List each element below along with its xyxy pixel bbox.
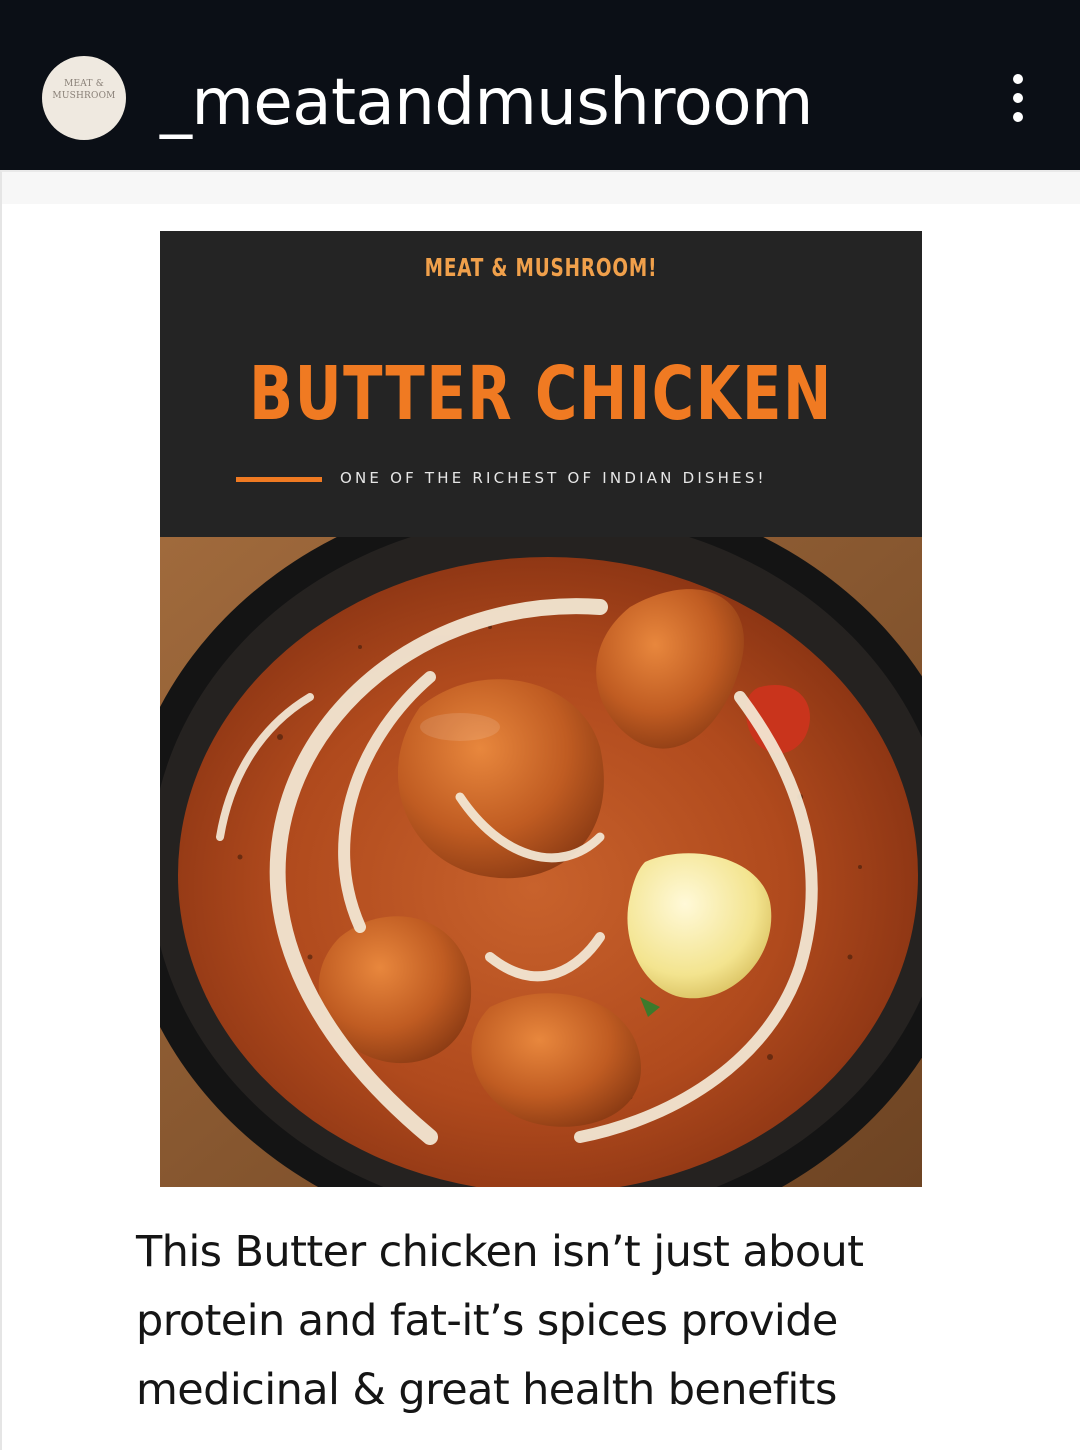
butter-chicken-illustration <box>160 537 922 1187</box>
avatar-logo-text: MEAT & MUSHROOM <box>42 78 126 102</box>
caption-line-1: This Butter chicken isn’t just about <box>136 1227 864 1277</box>
sauce-highlight <box>420 713 500 741</box>
dish-photo <box>160 537 922 1187</box>
post-header-panel: MEAT & MUSHROOM! BUTTER CHICKEN ONE OF T… <box>160 231 922 537</box>
more-options-icon <box>1013 74 1023 84</box>
post-image[interactable]: MEAT & MUSHROOM! BUTTER CHICKEN ONE OF T… <box>160 231 922 1187</box>
avatar-logo-line-2: MUSHROOM <box>52 91 116 101</box>
brand-label: MEAT & MUSHROOM! <box>424 253 658 282</box>
more-options-button[interactable] <box>996 66 1040 130</box>
more-options-icon-dot <box>1013 93 1023 103</box>
dish-title: BUTTER CHICKEN <box>249 351 833 437</box>
content-band <box>2 172 1080 204</box>
caption-line-3: medicinal & great health benefits <box>136 1365 837 1415</box>
more-options-icon-dot <box>1013 112 1023 122</box>
caption-line-2: protein and fat-it’s spices provide <box>136 1296 838 1346</box>
avatar[interactable]: MEAT & MUSHROOM <box>42 56 126 140</box>
accent-rule <box>236 477 322 482</box>
username[interactable]: _meatandmushroom <box>160 58 813 148</box>
tagline: ONE OF THE RICHEST OF INDIAN DISHES! <box>340 469 767 487</box>
top-bar: MEAT & MUSHROOM _meatandmushroom <box>0 0 1080 170</box>
post-caption: This Butter chicken isn’t just about pro… <box>90 1218 994 1425</box>
avatar-logo-line-1: MEAT & <box>64 79 104 89</box>
